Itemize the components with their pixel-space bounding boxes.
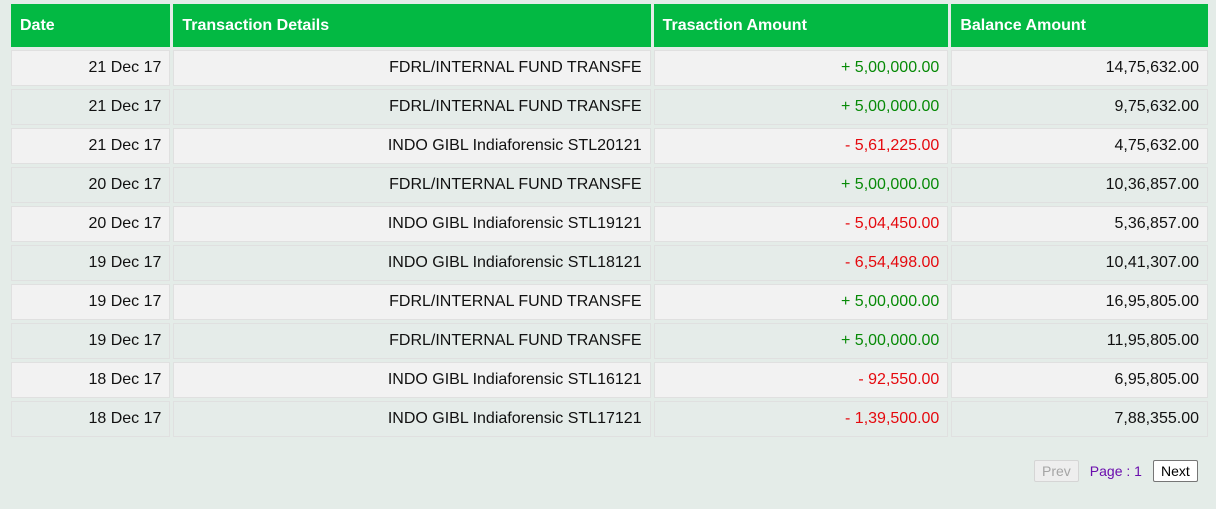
- balance-cell: 11,95,805.00: [951, 323, 1208, 359]
- table-row: 20 Dec 17 FDRL/INTERNAL FUND TRANSFE + 5,0…: [11, 167, 1208, 203]
- balance-cell: 14,75,632.00: [951, 50, 1208, 86]
- date-cell: 19 Dec 17: [11, 245, 171, 281]
- details-cell: FDRL/INTERNAL FUND TRANSFE: [173, 167, 651, 203]
- table-row: 18 Dec 17 INDO GIBL Indiaforensic STL1712…: [11, 401, 1208, 437]
- amount-cell: - 6,54,498.00: [653, 245, 949, 281]
- amount-cell: + 5,00,000.00: [653, 50, 949, 86]
- table-body: 21 Dec 17 FDRL/INTERNAL FUND TRANSFE + 5,0…: [11, 50, 1208, 437]
- details-cell: INDO GIBL Indiaforensic STL20121: [173, 128, 651, 164]
- details-cell: INDO GIBL Indiaforensic STL16121: [173, 362, 651, 398]
- date-cell: 19 Dec 17: [11, 323, 171, 359]
- table-row: 19 Dec 17 FDRL/INTERNAL FUND TRANSFE + 5,0…: [11, 323, 1208, 359]
- balance-cell: 5,36,857.00: [951, 206, 1208, 242]
- date-cell: 20 Dec 17: [11, 167, 171, 203]
- table-row: 18 Dec 17 INDO GIBL Indiaforensic STL1612…: [11, 362, 1208, 398]
- pagination: Prev Page : 1 Next: [1034, 460, 1198, 482]
- date-cell: 21 Dec 17: [11, 89, 171, 125]
- amount-cell: - 1,39,500.00: [653, 401, 949, 437]
- details-cell: FDRL/INTERNAL FUND TRANSFE: [173, 284, 651, 320]
- table-row: 21 Dec 17 INDO GIBL Indiaforensic STL2012…: [11, 128, 1208, 164]
- table-row: 19 Dec 17 FDRL/INTERNAL FUND TRANSFE + 5,0…: [11, 284, 1208, 320]
- details-cell: FDRL/INTERNAL FUND TRANSFE: [173, 323, 651, 359]
- date-cell: 18 Dec 17: [11, 362, 171, 398]
- next-button[interactable]: Next: [1152, 460, 1198, 482]
- header-transaction-amount: Trasaction Amount: [653, 4, 949, 47]
- balance-cell: 4,75,632.00: [951, 128, 1208, 164]
- balance-cell: 16,95,805.00: [951, 284, 1208, 320]
- page-indicator: Page : 1: [1089, 463, 1142, 479]
- date-cell: 19 Dec 17: [11, 284, 171, 320]
- date-cell: 21 Dec 17: [11, 50, 171, 86]
- details-cell: INDO GIBL Indiaforensic STL18121: [173, 245, 651, 281]
- date-cell: 18 Dec 17: [11, 401, 171, 437]
- details-cell: INDO GIBL Indiaforensic STL17121: [173, 401, 651, 437]
- balance-cell: 6,95,805.00: [951, 362, 1208, 398]
- header-date: Date: [11, 4, 171, 47]
- date-cell: 21 Dec 17: [11, 128, 171, 164]
- details-cell: INDO GIBL Indiaforensic STL19121: [173, 206, 651, 242]
- balance-cell: 9,75,632.00: [951, 89, 1208, 125]
- header-balance-amount: Balance Amount: [951, 4, 1208, 47]
- amount-cell: - 5,61,225.00: [653, 128, 949, 164]
- page: Date Transaction Details Trasaction Amou…: [0, 0, 1222, 509]
- amount-cell: - 5,04,450.00: [653, 206, 949, 242]
- table-header-row: Date Transaction Details Trasaction Amou…: [11, 4, 1208, 47]
- balance-cell: 10,36,857.00: [951, 167, 1208, 203]
- amount-cell: - 92,550.00: [653, 362, 949, 398]
- prev-button[interactable]: Prev: [1034, 460, 1079, 482]
- details-cell: FDRL/INTERNAL FUND TRANSFE: [173, 50, 651, 86]
- transactions-table: Date Transaction Details Trasaction Amou…: [8, 1, 1211, 440]
- table-row: 21 Dec 17 FDRL/INTERNAL FUND TRANSFE + 5,0…: [11, 50, 1208, 86]
- details-cell: FDRL/INTERNAL FUND TRANSFE: [173, 89, 651, 125]
- amount-cell: + 5,00,000.00: [653, 167, 949, 203]
- balance-cell: 7,88,355.00: [951, 401, 1208, 437]
- table-row: 21 Dec 17 FDRL/INTERNAL FUND TRANSFE + 5,0…: [11, 89, 1208, 125]
- amount-cell: + 5,00,000.00: [653, 89, 949, 125]
- balance-cell: 10,41,307.00: [951, 245, 1208, 281]
- date-cell: 20 Dec 17: [11, 206, 171, 242]
- amount-cell: + 5,00,000.00: [653, 323, 949, 359]
- table-row: 20 Dec 17 INDO GIBL Indiaforensic STL1912…: [11, 206, 1208, 242]
- header-transaction-details: Transaction Details: [173, 4, 651, 47]
- table-row: 19 Dec 17 INDO GIBL Indiaforensic STL1812…: [11, 245, 1208, 281]
- transactions-panel: Date Transaction Details Trasaction Amou…: [0, 0, 1216, 509]
- amount-cell: + 5,00,000.00: [653, 284, 949, 320]
